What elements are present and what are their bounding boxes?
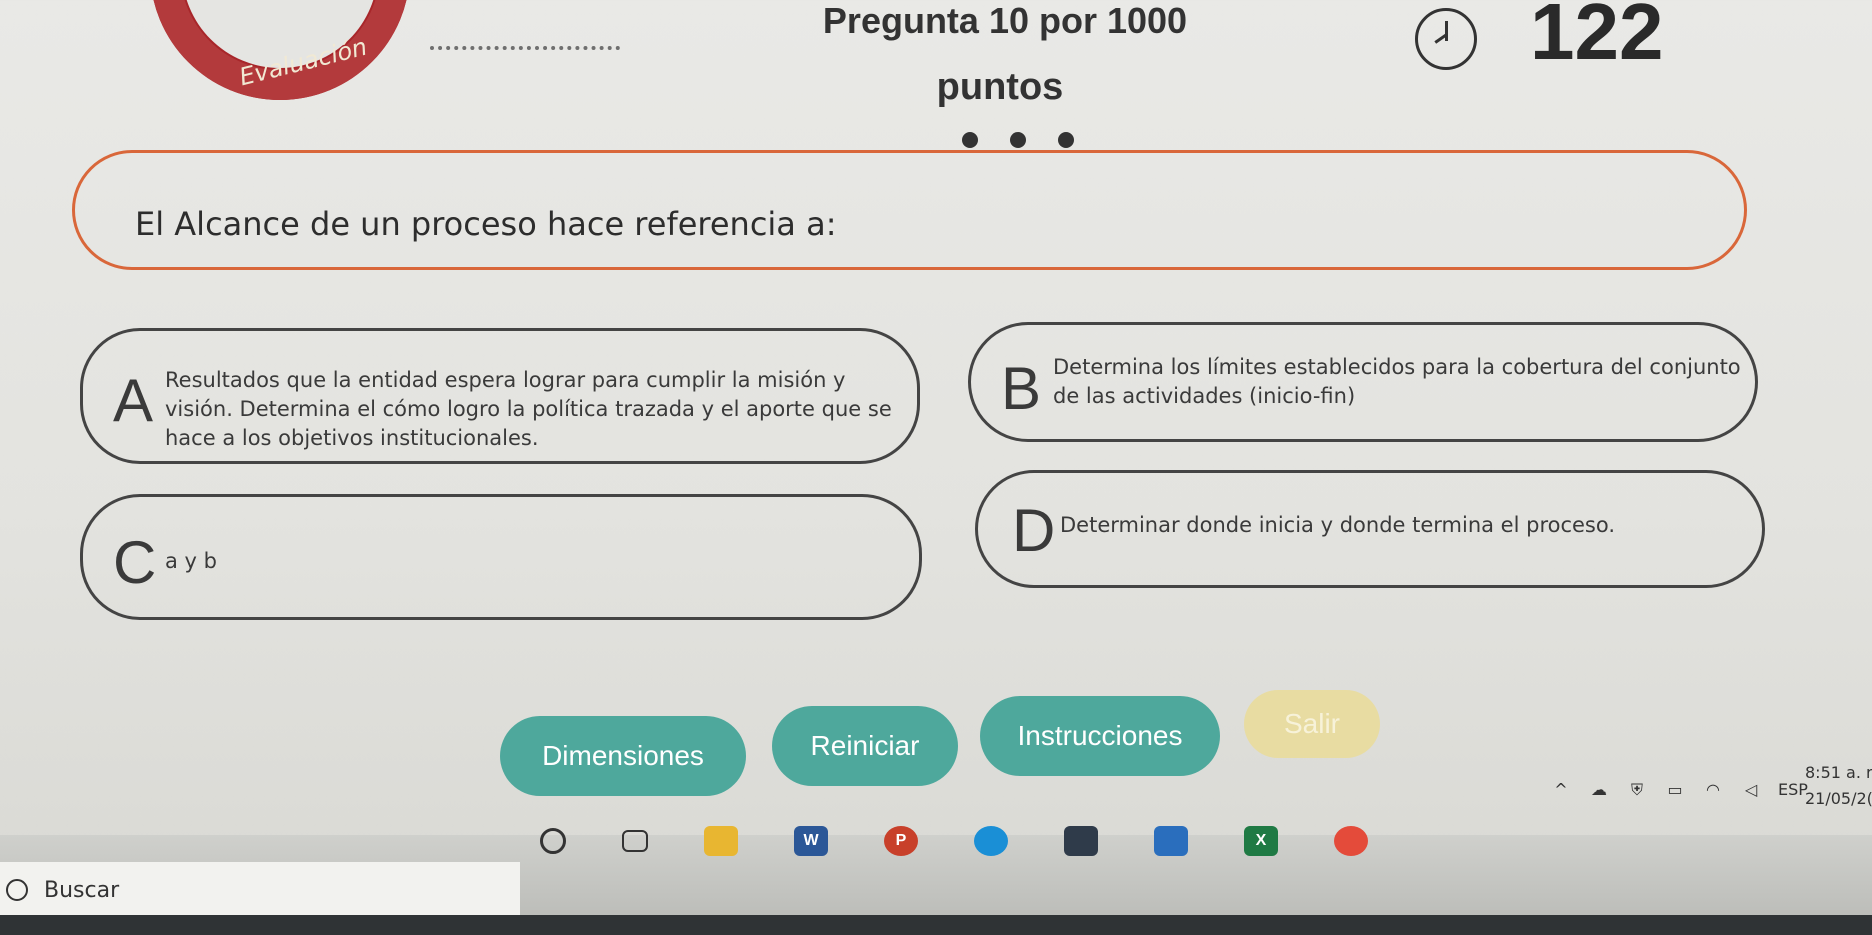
edge-icon[interactable] xyxy=(974,826,1008,856)
option-b-text: Determina los límites establecidos para … xyxy=(1053,355,1741,408)
question-box: El Alcance de un proceso hace referencia… xyxy=(72,150,1747,270)
task-view-icon[interactable] xyxy=(622,830,648,852)
security-icon[interactable]: ⛨ xyxy=(1626,780,1648,799)
mail-icon[interactable] xyxy=(1064,826,1098,856)
restart-button[interactable]: Reiniciar xyxy=(772,706,958,786)
question-text: El Alcance de un proceso hace referencia… xyxy=(135,205,837,243)
volume-icon[interactable]: ◁ xyxy=(1740,780,1762,799)
chrome-icon[interactable] xyxy=(1334,826,1368,856)
option-b-letter: B xyxy=(1001,355,1042,422)
timer-counter: 122 xyxy=(1530,0,1664,76)
powerpoint-icon[interactable]: P xyxy=(884,826,918,856)
clock[interactable]: 8:51 a. r 21/05/2( xyxy=(1805,760,1872,812)
clock-time: 8:51 a. r xyxy=(1805,763,1872,782)
battery-icon[interactable]: ▭ xyxy=(1664,780,1686,799)
cortana-icon[interactable] xyxy=(540,828,566,854)
desk-edge xyxy=(0,915,1872,935)
question-points-title: Pregunta 10 por 1000 xyxy=(822,0,1188,41)
search-placeholder: Buscar xyxy=(44,877,120,903)
option-c-text: a y b xyxy=(165,549,217,573)
instructions-button[interactable]: Instrucciones xyxy=(980,696,1220,776)
timer-icon xyxy=(1415,8,1477,70)
wifi-icon[interactable]: ◠ xyxy=(1702,780,1724,799)
option-d-text: Determinar donde inicia y donde termina … xyxy=(1060,513,1616,537)
dimensions-button[interactable]: Dimensiones xyxy=(500,716,746,796)
exit-button[interactable]: Salir xyxy=(1244,690,1380,758)
taskbar-search[interactable]: Buscar xyxy=(0,862,520,918)
dotted-divider xyxy=(430,46,620,50)
language-indicator[interactable]: ESP xyxy=(1778,780,1808,799)
taskbar-apps: W P X xyxy=(540,826,1368,856)
excel-icon[interactable]: X xyxy=(1244,826,1278,856)
chevron-up-icon[interactable]: ^ xyxy=(1550,780,1572,799)
clock-date: 21/05/2( xyxy=(1805,789,1872,808)
option-d-letter: D xyxy=(1012,497,1056,564)
evaluation-ring-logo xyxy=(150,0,410,100)
option-c[interactable]: C a y b xyxy=(80,494,922,620)
onedrive-icon[interactable]: ☁ xyxy=(1588,780,1610,799)
whiteboard-icon[interactable] xyxy=(1154,826,1188,856)
option-d[interactable]: D Determinar donde inicia y donde termin… xyxy=(975,470,1765,588)
option-a[interactable]: A Resultados que la entidad espera logra… xyxy=(80,328,920,464)
file-explorer-icon[interactable] xyxy=(704,826,738,856)
option-b[interactable]: B Determina los límites establecidos par… xyxy=(968,322,1758,442)
system-tray: ^ ☁ ⛨ ▭ ◠ ◁ ESP xyxy=(1550,780,1808,799)
option-a-letter: A xyxy=(113,367,154,434)
search-icon xyxy=(6,879,28,901)
option-c-letter: C xyxy=(113,529,157,596)
option-a-text: Resultados que la entidad espera lograr … xyxy=(165,368,892,450)
points-unit: puntos xyxy=(936,66,1064,108)
loading-dots xyxy=(962,132,1074,148)
word-icon[interactable]: W xyxy=(794,826,828,856)
